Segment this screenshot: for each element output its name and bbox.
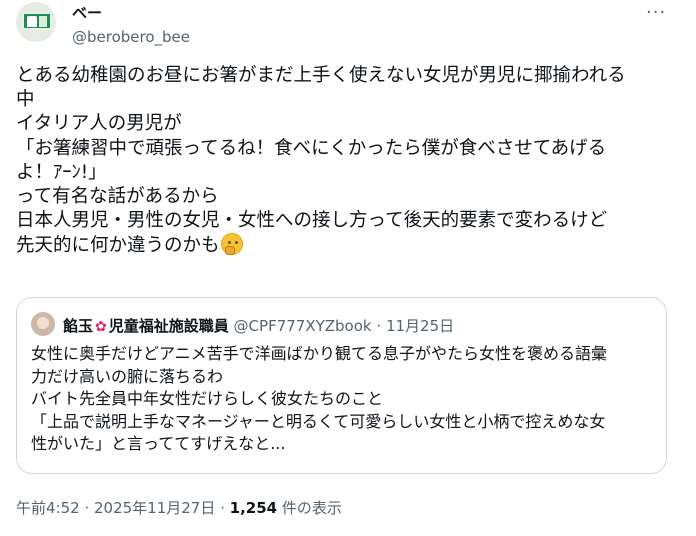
flower-icon: ✿: [95, 319, 107, 335]
quoted-author-avatar: [31, 312, 55, 336]
tweet-text-line-last: 先天的に何か違うのかも: [16, 233, 676, 258]
tweet-meta: 午前4:52 · 2025年11月27日 · 1,254 件の表示: [16, 497, 342, 518]
quoted-separator: ·: [376, 317, 382, 335]
author-avatar[interactable]: [16, 2, 56, 42]
quoted-author-name: 餡玉: [63, 317, 94, 335]
tweet-text-line: 中: [16, 89, 35, 111]
emergency-exit-icon: [22, 12, 52, 30]
quoted-text-line: 性がいた」と言っててすげえなと...: [31, 434, 286, 454]
quoted-text-line: 女性に奥手だけどアニメ苦手で洋画ばかり観てる息子がやたら女性を褒める語彙: [31, 344, 608, 363]
quoted-tweet[interactable]: 餡玉 ✿ 児童福祉施設職員 @CPF777XYZbook · 11月25日 女性に奥…: [16, 297, 667, 474]
quoted-tweet-header: 餡玉 ✿ 児童福祉施設職員 @CPF777XYZbook · 11月25日: [63, 315, 454, 336]
quoted-date: 11月25日: [385, 317, 455, 335]
tweet-text-line: って有名な話があるから: [16, 186, 219, 208]
thinking-face-icon: [220, 233, 243, 256]
quoted-text-line: 力だけ高いの腑に落ちるわ: [31, 366, 224, 386]
tweet-timestamp[interactable]: 午前4:52 · 2025年11月27日 ·: [16, 499, 230, 517]
tweet-text: とある幼稚園のお昼にお箸がまだ上手く使えない女児が男児に揶揄われる 中 イタリア…: [16, 64, 676, 259]
more-options-icon[interactable]: ···: [646, 2, 666, 23]
tweet: ベー @berobero_bee ··· とある幼稚園のお昼にお箸がまだ上手く使…: [0, 0, 696, 536]
tweet-text-line: よ！ｱｰﾝ!」: [16, 161, 107, 183]
quoted-author-handle: @CPF777XYZbook: [233, 317, 372, 335]
author-handle[interactable]: @berobero_bee: [72, 28, 190, 46]
tweet-text-line: イタリア人の男児が: [16, 113, 182, 135]
tweet-text-line: 日本人男児・男性の女児・女性への接し方って後天的要素で変わるけど: [16, 210, 608, 232]
tweet-text-line: 「お箸練習中で頑張ってるね！食べにくかったら僕が食べさせてあげる: [16, 137, 607, 159]
quoted-author-name-suffix: 児童福祉施設職員: [108, 317, 229, 335]
author-display-name[interactable]: ベー: [72, 2, 102, 23]
quoted-tweet-text: 女性に奥手だけどアニメ苦手で洋画ばかり観てる息子がやたら女性を褒める語彙 力だけ…: [31, 343, 651, 456]
quoted-text-line: バイト先全員中年女性だけらしく彼女たちのこと: [31, 389, 384, 409]
view-count: 1,254: [229, 499, 278, 517]
tweet-text-line: 先天的に何か違うのかも: [16, 235, 220, 257]
tweet-text-line: とある幼稚園のお昼にお箸がまだ上手く使えない女児が男児に揶揄われる: [16, 65, 626, 86]
views-label: 件の表示: [277, 499, 342, 517]
quoted-text-line: 「上品で説明上手なマネージャーと明るくて可愛らしい女性と小柄で控えめな女: [31, 411, 606, 431]
